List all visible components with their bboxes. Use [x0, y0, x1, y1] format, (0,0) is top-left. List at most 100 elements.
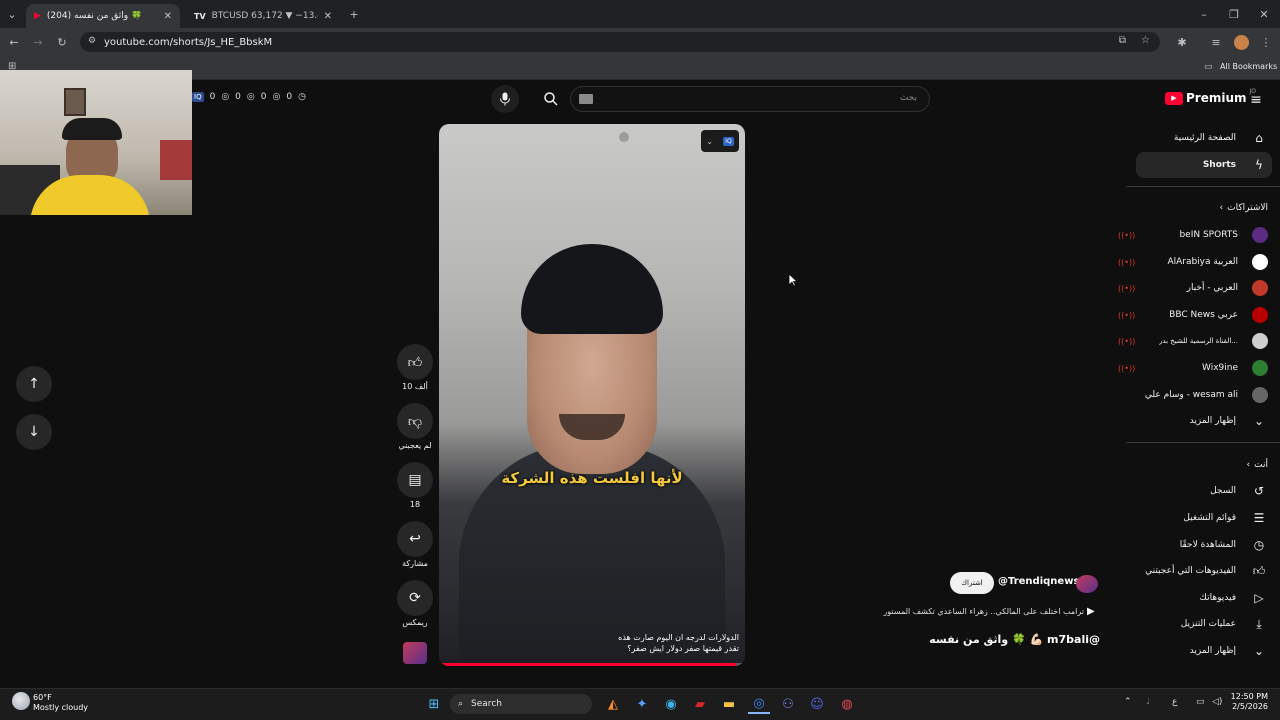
weather-widget[interactable]: 60°F Mostly cloudy	[33, 693, 88, 713]
sidebar-item-history[interactable]: السجل ↺	[1118, 478, 1268, 504]
dislike-label: لم يعجبني	[398, 441, 432, 450]
app-icon-red[interactable]: ▰	[689, 694, 711, 714]
sidebar-item-downloads[interactable]: عمليات التنزيل ⤓	[1118, 611, 1268, 637]
chrome-icon[interactable]: ◎	[748, 694, 770, 714]
reload-icon[interactable]: ↻	[54, 34, 70, 50]
tab-close-icon[interactable]: ✕	[324, 11, 332, 22]
sidebar-item-watch-later[interactable]: المشاهدة لاحقًا ◷	[1118, 532, 1268, 558]
app-icon-record[interactable]: ◍	[836, 694, 858, 714]
bookmark-star-icon[interactable]: ☆	[1141, 35, 1150, 46]
iq-extension-icon[interactable]: IQ	[723, 136, 734, 146]
related-video-text[interactable]: ترامب اختلف على المالكي.. زهراء الساعدي …	[860, 607, 1084, 616]
comment-icon[interactable]: ▤	[397, 462, 433, 498]
app-icon-a[interactable]: ◭	[602, 694, 624, 714]
channel-avatar[interactable]	[1076, 575, 1098, 593]
show-more-subscriptions[interactable]: إظهار المزيد ⌄	[1118, 408, 1268, 434]
sidebar-item-subscription[interactable]: ((•)) القناة الرسمية للشيخ بدر...	[1118, 328, 1268, 354]
chevron-down-icon[interactable]: ⌄	[706, 137, 713, 146]
tray-chevron-up-icon[interactable]: ⌃	[1124, 697, 1132, 707]
network-icon[interactable]: ▭	[1196, 697, 1205, 707]
keyboard-icon[interactable]	[579, 94, 593, 104]
windows-start-icon[interactable]: ⊞	[423, 694, 445, 714]
voice-search-button[interactable]	[491, 85, 519, 113]
tab-youtube[interactable]: ▶ (204) واثق من نفسه 🍀 ✕	[26, 4, 180, 28]
tab-title: BTCUSD 63,172 ▼ −13.46% ab	[211, 11, 318, 21]
hamburger-menu-icon[interactable]: ≡	[1248, 92, 1264, 108]
remix-icon[interactable]: ⟳	[397, 580, 433, 616]
next-short-button[interactable]: ↓	[16, 414, 52, 450]
browser-tab-bar: ⌄ ▶ (204) واثق من نفسه 🍀 ✕ TV BTCUSD 63,…	[0, 0, 1280, 28]
share-icon[interactable]: ↩	[397, 521, 433, 557]
copilot-icon[interactable]: ✦	[631, 694, 653, 714]
teams-icon[interactable]: ⚇	[777, 694, 799, 714]
sidebar-item-liked[interactable]: الفيديوهات التي أعجبتني 👍︎	[1118, 558, 1268, 584]
profile-avatar[interactable]	[1234, 35, 1249, 50]
restore-icon[interactable]: ❐	[1226, 6, 1242, 22]
browser-menu-icon[interactable]: ⋮	[1258, 34, 1274, 50]
weather-icon[interactable]	[12, 692, 30, 710]
ceiling-light	[619, 132, 629, 142]
sidebar-item-subscription[interactable]: وسام علي - wesam ali	[1118, 382, 1268, 408]
language-indicator[interactable]: ع	[1172, 697, 1177, 707]
install-app-icon[interactable]: ⧉	[1119, 35, 1126, 46]
discord-icon[interactable]: ☺	[806, 694, 828, 714]
site-info-icon[interactable]: ⚙	[88, 36, 96, 46]
youtube-premium-logo[interactable]: ▶ Premium JO	[1165, 88, 1256, 105]
sidebar-item-subscription[interactable]: ((•)) Wix9ine	[1118, 355, 1268, 381]
short-video-player[interactable]: لأنها افلست هذه الشركة الدولارات لدرجه ا…	[439, 124, 745, 666]
thumbs-down-icon[interactable]: 👎︎	[397, 403, 433, 439]
video-overlay-controls[interactable]: ⌄ IQ	[701, 130, 739, 152]
show-more-you[interactable]: إظهار المزيد ⌄	[1118, 638, 1268, 664]
dislike-action[interactable]: 👎︎ لم يعجبني	[395, 403, 435, 450]
play-icon[interactable]: ▶	[1087, 606, 1095, 617]
search-button[interactable]	[537, 85, 565, 113]
volume-icon[interactable]: ◁)	[1212, 697, 1222, 707]
live-icon: ((•))	[1118, 310, 1136, 320]
sound-thumbnail[interactable]	[403, 642, 427, 664]
url-text: youtube.com/shorts/Js_HE_BbskM	[104, 36, 273, 48]
back-icon[interactable]: ←	[6, 34, 22, 50]
sidebar-item-label: السجل	[1210, 486, 1236, 496]
comments-action[interactable]: ▤ 18	[395, 462, 435, 509]
media-control-icon[interactable]: ≡	[1208, 34, 1224, 50]
share-action[interactable]: ↩ مشاركة	[395, 521, 435, 568]
edge-icon[interactable]: ◉	[660, 694, 682, 714]
extensions-icon[interactable]: ✱	[1174, 34, 1190, 50]
channel-handle[interactable]: @Trendiqnews	[998, 576, 1079, 587]
minimize-icon[interactable]: –	[1196, 6, 1212, 22]
address-bar[interactable]: ⚙ youtube.com/shorts/Js_HE_BbskM ⧉ ☆	[80, 32, 1160, 52]
new-tab-icon[interactable]: +	[346, 6, 362, 22]
sidebar-item-playlists[interactable]: قوائم التشغيل ☰	[1118, 505, 1268, 531]
sidebar-item-shorts[interactable]: Shorts ϟ	[1136, 152, 1272, 178]
sidebar-item-label: beIN SPORTS	[1179, 230, 1238, 240]
sidebar-item-subscription[interactable]: ((•)) BBC News عربي	[1118, 302, 1268, 328]
microphone-tray-icon[interactable]: ♩	[1146, 697, 1150, 707]
like-action[interactable]: 👍︎ 10 ألف	[395, 344, 435, 391]
thumbs-up-icon[interactable]: 👍︎	[397, 344, 433, 380]
sidebar-section-subscriptions[interactable]: ‹ الاشتراكات	[1128, 195, 1268, 221]
system-clock[interactable]: 12:50 PM 2/5/2026	[1230, 692, 1268, 712]
subscribe-button[interactable]: اشتراك	[950, 572, 994, 594]
remix-action[interactable]: ⟳ ريمكس	[395, 580, 435, 627]
taskbar-search[interactable]: ⌕ Search	[450, 694, 592, 714]
sidebar-item-subscription[interactable]: ((•)) beIN SPORTS	[1118, 222, 1268, 248]
tab-btcusd[interactable]: TV BTCUSD 63,172 ▼ −13.46% ab ✕	[186, 4, 340, 28]
arrow-up-icon: ↑	[28, 376, 40, 392]
sidebar-item-subscription[interactable]: ((•)) AlArabiya العربية	[1118, 249, 1268, 275]
channel-avatar	[1252, 280, 1268, 296]
close-window-icon[interactable]: ✕	[1256, 6, 1272, 22]
tab-list-icon[interactable]: ⌄	[4, 6, 20, 22]
sidebar-item-subscription[interactable]: ((•)) العربي - أخبار	[1118, 275, 1268, 301]
caption-main: لأنها افلست هذه الشركة	[501, 469, 683, 487]
all-bookmarks-link[interactable]: All Bookmarks	[1220, 62, 1277, 71]
search-input[interactable]: بحث	[570, 86, 930, 112]
webcam-overlay	[0, 70, 192, 215]
sidebar-item-home[interactable]: الصفحة الرئيسية ⌂	[1128, 125, 1268, 151]
sidebar-item-your-videos[interactable]: فيديوهاتك ▷	[1118, 585, 1268, 611]
file-explorer-icon[interactable]: ▬	[718, 694, 740, 714]
sidebar-section-you[interactable]: ‹ أنت	[1128, 452, 1268, 478]
shorts-icon: ϟ	[1255, 158, 1263, 172]
tab-close-icon[interactable]: ✕	[164, 11, 172, 22]
forward-icon[interactable]: →	[30, 34, 46, 50]
previous-short-button[interactable]: ↑	[16, 366, 52, 402]
